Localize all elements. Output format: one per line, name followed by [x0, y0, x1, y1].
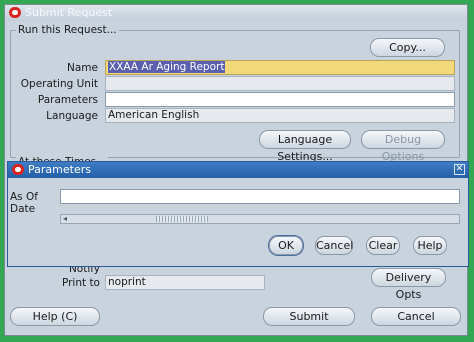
dialog-cancel-button[interactable]: Cancel	[315, 236, 353, 255]
print-to-label: Print to	[61, 277, 100, 289]
dialog-titlebar: Parameters ✕	[8, 162, 468, 178]
parameters-field[interactable]	[105, 92, 455, 107]
operating-unit-label: Operating Unit	[20, 78, 98, 90]
submit-button[interactable]: Submit	[263, 307, 355, 326]
help-button[interactable]: Help (C)	[10, 307, 100, 326]
operating-unit-field[interactable]	[105, 76, 455, 91]
ok-button[interactable]: OK	[269, 236, 303, 255]
as-of-date-label: As Of Date	[10, 191, 38, 215]
copy-button[interactable]: Copy...	[370, 38, 445, 57]
name-field[interactable]: XXAA Ar Aging Report	[105, 60, 455, 75]
dialog-title: Parameters	[28, 163, 91, 176]
window-titlebar: Submit Request	[5, 5, 467, 21]
close-icon[interactable]: ✕	[454, 164, 465, 175]
cancel-button[interactable]: Cancel	[371, 307, 461, 326]
language-settings-button[interactable]: Language Settings...	[259, 130, 351, 163]
language-field[interactable]: American English	[105, 108, 455, 123]
delivery-opts-button[interactable]: Delivery Opts	[371, 268, 446, 301]
parameters-label: Parameters	[37, 94, 98, 106]
parameters-dialog: Parameters ✕ As Of Date ◂ OK Cancel Clea…	[7, 161, 469, 267]
debug-options-button[interactable]: Debug Options	[361, 130, 445, 163]
name-label: Name	[67, 62, 98, 74]
language-label: Language	[46, 110, 98, 122]
scroll-left-arrow-icon[interactable]: ◂	[63, 214, 67, 223]
dialog-help-button[interactable]: Help	[413, 236, 447, 255]
oracle-logo-icon	[9, 7, 21, 18]
window-title: Submit Request	[25, 6, 113, 19]
print-to-field[interactable]: noprint	[105, 275, 265, 290]
scrollbar-thumb[interactable]	[156, 216, 208, 222]
oracle-logo-icon	[12, 164, 24, 175]
run-request-group-title: Run this Request...	[16, 24, 119, 36]
as-of-date-field[interactable]	[60, 189, 460, 204]
clear-button[interactable]: Clear	[366, 236, 400, 255]
name-value: XXAA Ar Aging Report	[108, 61, 226, 73]
horizontal-scrollbar[interactable]: ◂	[60, 214, 460, 224]
